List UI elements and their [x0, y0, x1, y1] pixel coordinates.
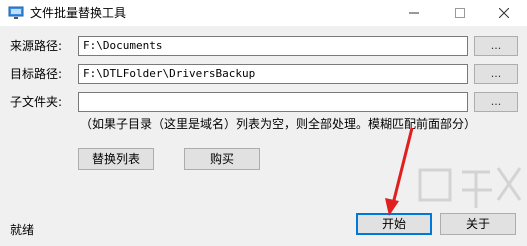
- close-button[interactable]: [481, 0, 527, 26]
- title-bar: 文件批量替换工具: [0, 0, 527, 26]
- window-title: 文件批量替换工具: [30, 6, 127, 20]
- target-path-field[interactable]: F:\DTLFolder\DriversBackup: [78, 64, 468, 84]
- buy-button[interactable]: 购买: [184, 148, 260, 170]
- subfolder-browse-button[interactable]: ...: [474, 92, 518, 112]
- source-path-label: 来源路径:: [10, 39, 63, 53]
- subfolder-field[interactable]: [78, 92, 468, 112]
- source-path-field[interactable]: F:\Documents: [78, 36, 468, 56]
- source-browse-button[interactable]: ...: [474, 36, 518, 56]
- close-icon: [499, 8, 509, 18]
- app-window: 文件批量替换工具 来源路径: F:\Documents ... 目标路径: F:…: [0, 0, 527, 246]
- minimize-button[interactable]: [391, 0, 437, 26]
- status-text: 就绪: [10, 223, 35, 237]
- app-icon: [8, 6, 24, 19]
- maximize-icon: [455, 8, 465, 18]
- watermark-logo: [418, 167, 522, 208]
- target-path-label: 目标路径:: [10, 67, 63, 81]
- subfolder-hint: （如果子目录（这里是域名）列表为空，则全部处理。模糊匹配前面部分）: [80, 117, 477, 131]
- target-browse-button[interactable]: ...: [474, 64, 518, 84]
- minimize-icon: [409, 12, 419, 14]
- subfolder-label: 子文件夹:: [10, 95, 63, 109]
- replace-list-button[interactable]: 替换列表: [78, 148, 154, 170]
- maximize-button[interactable]: [437, 0, 483, 26]
